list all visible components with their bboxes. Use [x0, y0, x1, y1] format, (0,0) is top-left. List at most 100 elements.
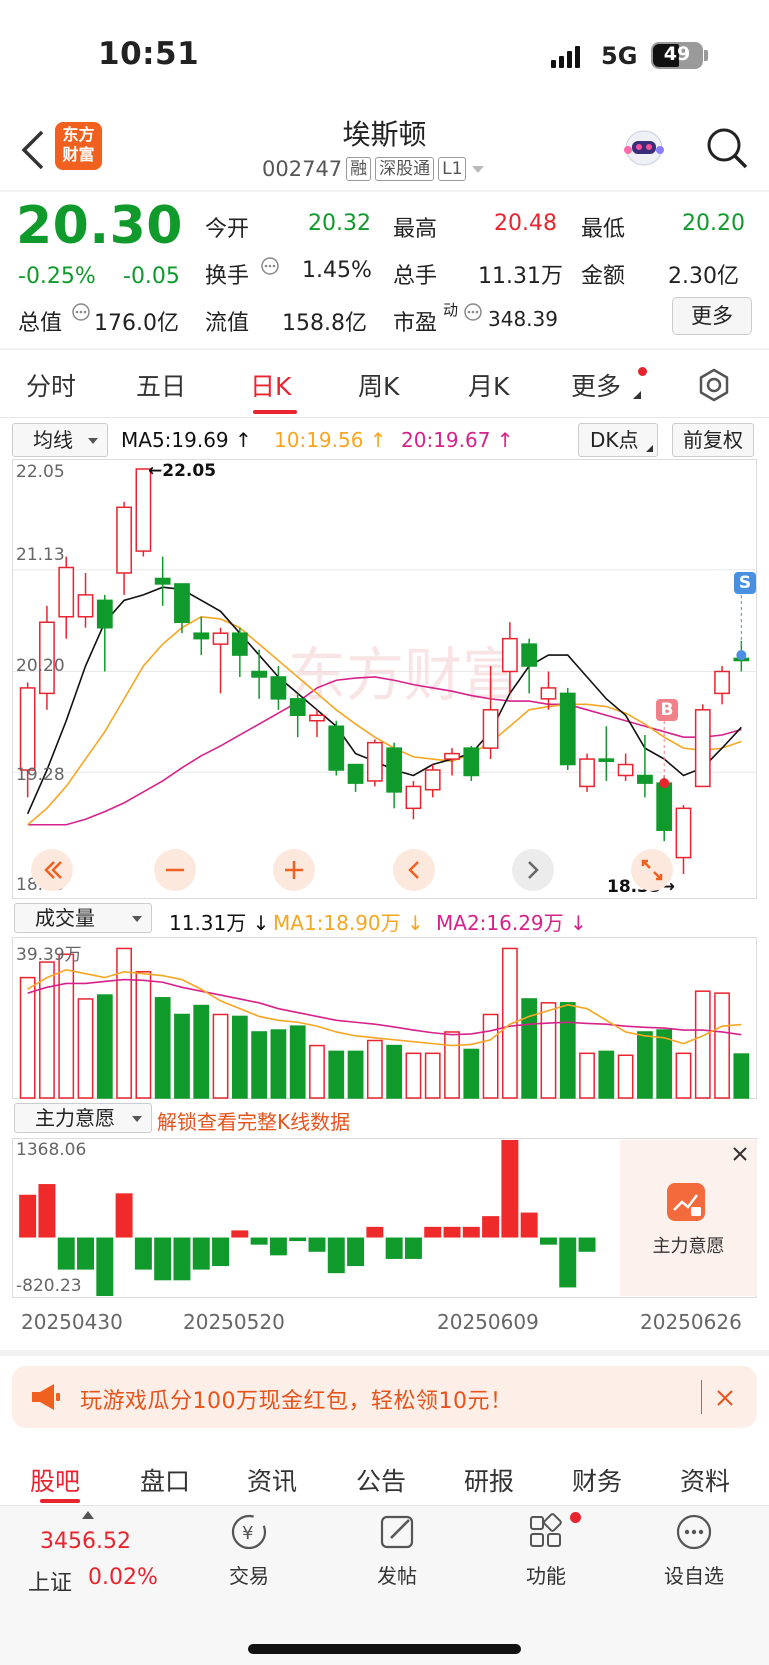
nav-add-watchlist[interactable]: 设自选 — [644, 1512, 744, 1589]
volume-bar — [540, 1002, 557, 1099]
price-axis-4: 19.28 — [16, 765, 65, 785]
flow-bar — [327, 1237, 345, 1274]
active-tab-indicator — [253, 410, 297, 414]
more-info-icon[interactable] — [260, 256, 280, 276]
index-name[interactable]: 上证 — [28, 1565, 72, 1597]
more-quote-button[interactable]: 更多 — [672, 297, 752, 335]
battery-icon: 49 — [651, 42, 703, 69]
current-price: 20.30 — [16, 196, 183, 256]
volume-ma2: MA2:16.29万 ↓ — [436, 911, 587, 935]
index-value[interactable]: 3456.52 — [40, 1529, 131, 1554]
tab-news[interactable]: 资讯 — [247, 1462, 297, 1498]
flow-bar — [77, 1237, 95, 1270]
flow-bar — [96, 1237, 114, 1296]
zoom-in-button[interactable] — [272, 848, 316, 892]
flow-bar — [385, 1237, 403, 1259]
flow-indicator-select[interactable]: 主力意愿 — [14, 1103, 152, 1133]
flow-bar — [347, 1237, 365, 1267]
zoom-out-button[interactable] — [153, 848, 197, 892]
megaphone-icon — [32, 1384, 60, 1410]
flow-bar — [578, 1237, 596, 1252]
tab-intraday[interactable]: 分时 — [26, 367, 76, 403]
tag-connect: 深股通 — [375, 157, 435, 181]
scroll-right-button[interactable] — [511, 848, 555, 892]
fullscreen-button[interactable] — [630, 848, 674, 892]
close-icon[interactable] — [730, 1144, 750, 1164]
candle — [174, 583, 190, 623]
tab-announcements[interactable]: 公告 — [356, 1462, 406, 1498]
volume-bar — [58, 953, 75, 1099]
candle — [424, 769, 441, 791]
candle — [675, 807, 692, 859]
ma20-value: 20:19.67 ↑ — [401, 428, 514, 452]
volume-bar — [19, 976, 36, 1099]
grid-apps-icon — [530, 1513, 562, 1547]
caret-down-icon — [132, 1116, 142, 1122]
nav-functions[interactable]: 功能 — [496, 1512, 596, 1589]
volume-bar — [714, 992, 730, 1099]
candle — [154, 577, 171, 585]
pe-value: 348.39 — [488, 307, 558, 331]
more-info-icon[interactable] — [71, 302, 91, 322]
date-label-4: 20250626 — [640, 1310, 742, 1334]
tab-five-day[interactable]: 五日 — [136, 367, 186, 403]
market-cap-value: 176.0亿 — [94, 311, 179, 336]
volume-chart[interactable] — [12, 937, 757, 1099]
tab-daily-k[interactable]: 日K — [250, 367, 291, 403]
signal-icon — [551, 44, 587, 68]
bottom-tab-indicator — [40, 1499, 80, 1503]
caret-down-icon — [132, 916, 142, 922]
indicator-select[interactable]: 均线 — [12, 423, 108, 457]
scroll-left-button[interactable] — [392, 848, 436, 892]
tab-order-book[interactable]: 盘口 — [140, 1462, 190, 1498]
adjust-button[interactable]: 前复权 — [672, 423, 754, 457]
volume-bar — [733, 1053, 750, 1099]
tab-financials[interactable]: 财务 — [572, 1462, 622, 1498]
unlock-link[interactable]: 解锁查看完整K线数据 — [157, 1106, 350, 1135]
candle — [270, 676, 287, 700]
assistant-robot-icon[interactable] — [620, 124, 668, 172]
caret-down-icon — [472, 166, 485, 173]
banner-close-icon[interactable] — [714, 1387, 736, 1409]
settings-gear-icon[interactable] — [697, 368, 731, 402]
price-axis-max: 22.05 — [16, 462, 65, 482]
flow-bar — [559, 1237, 577, 1288]
volume-indicator-select[interactable]: 成交量 — [14, 903, 152, 933]
flow-lock-label: 主力意愿 — [652, 1236, 725, 1257]
market-cap-label: 总值 — [18, 311, 63, 336]
more-info-icon[interactable] — [463, 302, 483, 322]
volume-bar — [521, 998, 538, 1099]
scroll-to-start-button[interactable] — [30, 848, 74, 892]
svg-text:¥: ¥ — [242, 1523, 253, 1544]
dk-point-button[interactable]: DK点 — [578, 423, 658, 457]
tab-weekly-k[interactable]: 周K — [358, 367, 399, 403]
flow-bar — [520, 1212, 538, 1238]
trade-yen-icon: ¥ — [231, 1514, 267, 1550]
tab-research[interactable]: 研报 — [464, 1462, 514, 1498]
volume-bar — [231, 1015, 248, 1099]
search-button[interactable] — [703, 124, 751, 172]
buy-marker[interactable]: B — [656, 699, 678, 721]
flow-bar — [38, 1184, 56, 1238]
date-label-2: 20250520 — [183, 1310, 285, 1334]
dk-label: DK点 — [590, 428, 639, 452]
tab-more[interactable]: 更多 — [571, 367, 621, 403]
volume-bar — [617, 1054, 634, 1099]
sell-marker[interactable]: S — [734, 572, 756, 594]
corner-arrow-icon — [646, 445, 653, 452]
flow-indicator-label: 主力意愿 — [35, 1106, 115, 1130]
tab-profile[interactable]: 资料 — [680, 1462, 730, 1498]
nav-post[interactable]: 发帖 — [347, 1512, 447, 1589]
candle — [714, 670, 730, 695]
volume-bar — [328, 1050, 345, 1099]
stock-subtitle[interactable]: 002747 融 深股通 L1 — [262, 157, 486, 181]
change-percent: -0.25% — [18, 264, 96, 289]
tab-monthly-k[interactable]: 月K — [468, 367, 509, 403]
volume-bar — [405, 1052, 422, 1099]
index-change[interactable]: 0.02% — [88, 1565, 158, 1590]
edit-icon — [380, 1515, 414, 1549]
volume-bar — [174, 1013, 190, 1099]
nav-trade[interactable]: ¥ 交易 — [199, 1512, 299, 1589]
kline-chart[interactable]: 东方财富 — [12, 459, 757, 899]
tab-forum[interactable]: 股吧 — [30, 1462, 80, 1498]
